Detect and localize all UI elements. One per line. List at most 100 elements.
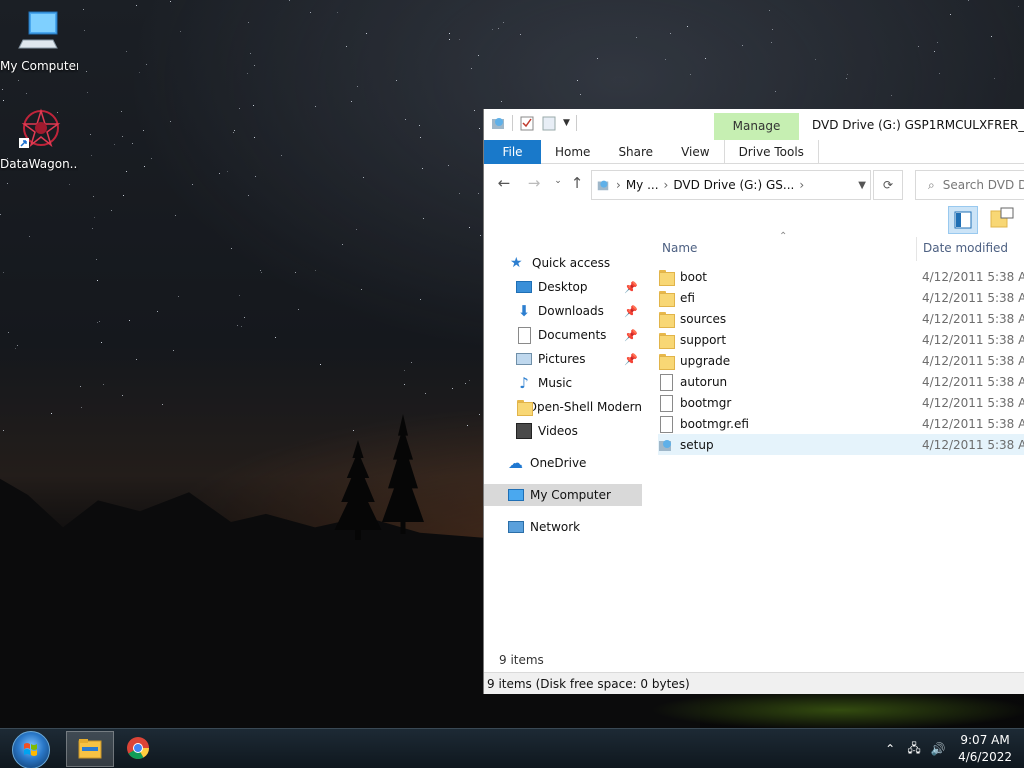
address-bar[interactable]: › My ... › DVD Drive (G:) GS... › ▼ — [591, 170, 871, 200]
star — [239, 295, 240, 296]
videos-icon — [516, 423, 532, 439]
file-row[interactable]: bootmgr 4/12/2011 5:38 AM — [658, 392, 1024, 413]
star — [366, 33, 367, 34]
star — [315, 270, 316, 271]
window-title: DVD Drive (G:) GSP1RMCULXFRER_EN_DV — [812, 118, 1024, 132]
datawagon-shortcut-icon — [19, 108, 61, 148]
file-row[interactable]: boot 4/12/2011 5:38 AM — [658, 266, 1024, 287]
column-header-name[interactable]: Name — [662, 235, 697, 261]
desktop-icon-my-computer[interactable]: My Computer — [0, 10, 78, 73]
status-bar: 9 items (Disk free space: 0 bytes) — [484, 672, 1024, 694]
title-bar[interactable]: ▼ Manage DVD Drive (G:) GSP1RMCULXFRER_E… — [484, 109, 1024, 140]
taskbar-file-explorer-button[interactable] — [66, 731, 114, 767]
column-divider[interactable] — [916, 237, 917, 261]
details-pane-button[interactable] — [988, 206, 1018, 234]
star — [244, 317, 245, 318]
chevron-down-icon[interactable]: ▼ — [563, 118, 570, 128]
star — [136, 359, 137, 360]
star — [968, 0, 969, 1]
file-row[interactable]: support 4/12/2011 5:38 AM — [658, 329, 1024, 350]
nav-item-desktop[interactable]: Desktop 📌 — [484, 276, 642, 298]
star — [219, 173, 220, 174]
star — [337, 12, 338, 13]
volume-icon[interactable]: 🔊 — [926, 742, 950, 756]
star — [448, 165, 449, 166]
back-arrow-icon[interactable]: ← — [492, 174, 516, 192]
file-name: bootmgr — [680, 395, 732, 410]
up-arrow-icon[interactable]: ↑ — [565, 174, 589, 192]
star — [123, 195, 124, 196]
file-row[interactable]: bootmgr.efi 4/12/2011 5:38 AM — [658, 413, 1024, 434]
folder-icon — [658, 311, 675, 328]
file-row[interactable]: upgrade 4/12/2011 5:38 AM — [658, 350, 1024, 371]
breadcrumb-dvd-drive[interactable]: DVD Drive (G:) GS... — [673, 178, 794, 192]
settings-file-icon — [658, 373, 674, 391]
clock-date: 4/6/2022 — [958, 750, 1012, 764]
nav-item-my-computer[interactable]: My Computer — [484, 484, 642, 506]
star — [315, 106, 316, 107]
tab-view[interactable]: View — [667, 140, 723, 164]
file-list[interactable]: ⌃ Name Date modified boot 4/12/2011 5:38 … — [651, 231, 1024, 649]
star — [405, 119, 406, 120]
desktop-icon-datawagon[interactable]: DataWagon... — [0, 108, 78, 171]
star — [111, 210, 112, 211]
file-date-modified: 4/12/2011 5:38 AM — [922, 437, 1024, 452]
star — [846, 78, 847, 79]
star — [18, 80, 19, 81]
folder-icon — [658, 353, 675, 370]
taskbar-chrome-button[interactable] — [116, 731, 164, 767]
navigation-pane[interactable]: ★ Quick access Desktop 📌 ⬇ Downloads 📌 D… — [484, 235, 642, 649]
forward-arrow-icon[interactable]: → — [522, 174, 546, 192]
star — [17, 345, 18, 346]
nav-item-quick-access[interactable]: ★ Quick access — [484, 252, 642, 274]
start-button[interactable] — [12, 731, 50, 768]
file-explorer-window[interactable]: ▼ Manage DVD Drive (G:) GSP1RMCULXFRER_E… — [483, 109, 1024, 694]
star — [83, 9, 84, 10]
star — [498, 28, 499, 29]
file-row[interactable]: efi 4/12/2011 5:38 AM — [658, 287, 1024, 308]
computer-icon — [18, 11, 58, 49]
chevron-up-icon[interactable]: ⌃ — [878, 742, 902, 756]
chevron-down-icon[interactable]: ▼ — [858, 180, 866, 191]
tab-manage[interactable]: Manage — [714, 113, 799, 140]
properties-icon[interactable] — [519, 115, 535, 131]
chevron-right-icon: › — [663, 178, 669, 192]
star — [254, 65, 255, 66]
file-row[interactable]: setup 4/12/2011 5:38 AM — [658, 434, 1024, 455]
nav-item-network[interactable]: Network — [484, 516, 642, 538]
tab-file[interactable]: File — [484, 139, 541, 164]
nav-item-open-shell[interactable]: Open-Shell Modern — [484, 396, 642, 418]
new-folder-icon[interactable] — [541, 115, 557, 131]
file-row[interactable]: autorun 4/12/2011 5:38 AM — [658, 371, 1024, 392]
breadcrumb-my-computer[interactable]: My ... — [626, 178, 659, 192]
pin-icon: 📌 — [624, 328, 638, 342]
star — [227, 171, 228, 172]
tab-home[interactable]: Home — [541, 140, 604, 164]
star — [356, 229, 357, 230]
nav-item-music[interactable]: ♪ Music — [484, 372, 642, 394]
clock[interactable]: 9:07 AM 4/6/2022 — [950, 732, 1024, 766]
preview-pane-button[interactable] — [948, 206, 978, 234]
nav-item-documents[interactable]: Documents 📌 — [484, 324, 642, 346]
tab-share[interactable]: Share — [604, 140, 667, 164]
star — [129, 320, 130, 321]
network-icon[interactable]: 🖧 — [902, 739, 926, 760]
column-header-date-modified[interactable]: Date modified — [923, 235, 1008, 261]
search-input[interactable]: ⌕ Search DVD D — [915, 170, 1024, 200]
nav-item-pictures[interactable]: Pictures 📌 — [484, 348, 642, 370]
star — [320, 364, 321, 365]
nav-item-videos[interactable]: Videos — [484, 420, 642, 442]
star — [97, 280, 98, 281]
star — [151, 158, 152, 159]
star — [51, 413, 52, 414]
star — [80, 386, 81, 387]
refresh-button[interactable]: ⟳ — [873, 170, 903, 200]
star — [247, 73, 248, 74]
star — [275, 337, 276, 338]
tab-drive-tools[interactable]: Drive Tools — [723, 139, 819, 164]
star — [361, 289, 362, 290]
nav-item-downloads[interactable]: ⬇ Downloads 📌 — [484, 300, 642, 322]
star — [94, 217, 95, 218]
nav-item-onedrive[interactable]: ☁ OneDrive — [484, 452, 642, 474]
file-row[interactable]: sources 4/12/2011 5:38 AM — [658, 308, 1024, 329]
